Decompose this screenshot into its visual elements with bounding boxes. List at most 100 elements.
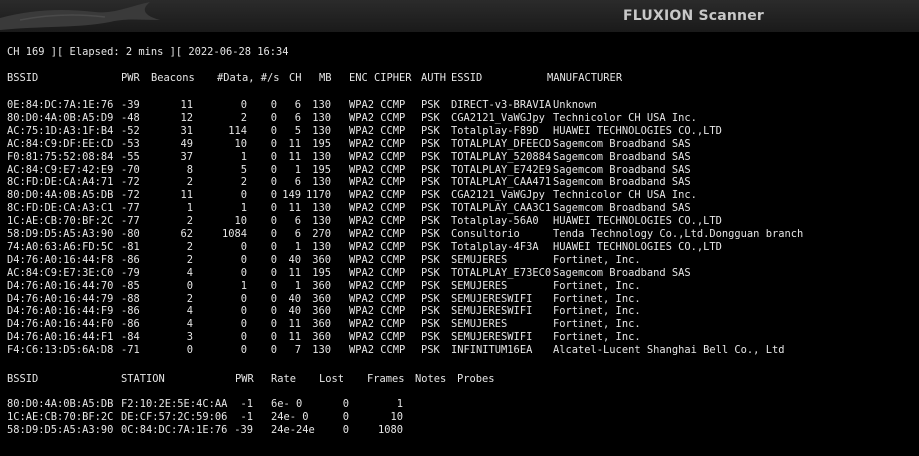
ap-row-cell: 0 [270, 202, 277, 215]
ap-row-cell: 0 [270, 344, 277, 357]
ap-row-cell: 11 [288, 202, 301, 215]
ap-row-cell: 58:D9:D5:A5:A3:90 [7, 228, 114, 240]
ap-row-cell: DIRECT-v3-BRAVIA [451, 99, 552, 111]
ap-row-cell: PSK [421, 279, 440, 292]
window-title: FLUXION Scanner [623, 8, 765, 24]
ap-row-cell: Totalplay-4F3A [451, 240, 539, 253]
ap-row-cell: WPA2 CCMP [349, 266, 406, 279]
station-row-cell: 0 [342, 398, 349, 410]
ap-row-cell: WPA2 CCMP [349, 202, 406, 215]
ap-row-cell: -84 [121, 331, 140, 344]
ap-row-cell: PSK [421, 228, 440, 240]
ap-row-cell: 11 [288, 331, 301, 344]
ap-row-cell: WPA2 CCMP [349, 279, 406, 292]
ap-row-cell: 0 [240, 331, 247, 344]
ap-row: D4:76:A0:16:44:F9 -86 4 0 0 40 360 WPA2 CCMP PSK… [0, 305, 919, 318]
ap-row-cell: 1 [240, 150, 247, 163]
ap-header-row-cell: #Data, #/s [217, 72, 280, 84]
ap-row-cell: Sagemcom Broadband SAS [553, 176, 691, 189]
ap-row-cell: Tenda Technology Co.,Ltd.Dongguan branch [553, 228, 804, 240]
station-row-cell: 1C:AE:CB:70:BF:2C [7, 410, 114, 423]
ap-row-cell: 0 [240, 305, 247, 318]
ap-row-cell: CGA2121_VaWGJpy [451, 111, 545, 124]
ap-row-cell: AC:84:C9:DF:EE:CD [7, 137, 114, 150]
ap-row-cell: -88 [121, 292, 140, 305]
ap-row-cell: HUAWEI TECHNOLOGIES CO.,LTD [553, 215, 722, 228]
ap-row-cell: 6 [294, 111, 301, 124]
ap-row-cell: 80:D0:4A:0B:A5:D9 [7, 111, 114, 124]
ap-row-cell: 0 [270, 253, 277, 266]
station-row-cell: 10 [390, 410, 403, 423]
ap-row: D4:76:A0:16:44:F8 -86 2 0 0 40 360 WPA2 CCMP PSK… [0, 254, 919, 267]
ap-row-cell: -77 [121, 202, 140, 215]
ap-row-cell: 360 [312, 305, 331, 318]
ap-row-cell: -80 [121, 228, 140, 240]
ap-row-cell: 130 [312, 124, 331, 137]
ap-row-cell: 0 [186, 344, 193, 357]
ap-row-cell: -55 [121, 150, 140, 163]
ap-row-cell: HUAWEI TECHNOLOGIES CO.,LTD [553, 240, 722, 253]
window-titlebar: FLUXION Scanner [0, 0, 919, 33]
ap-row-cell: INFINITUM16EA [451, 344, 533, 357]
station-header-row: BSSID STATION PWR Rate Lost Frames Notes Probes [0, 373, 919, 386]
ap-row-cell: WPA2 CCMP [349, 305, 406, 318]
ap-row-cell: 5 [294, 124, 301, 137]
ap-row: 0E:84:DC:7A:1E:76 -39 11 0 0 6 130 WPA2 CCMP PSK… [0, 99, 919, 112]
ap-row: D4:76:A0:16:44:F1 -84 3 0 0 11 360 WPA2 CCMP PSK… [0, 331, 919, 344]
ap-row-cell: 360 [312, 253, 331, 266]
ap-row-cell: -52 [121, 124, 140, 137]
station-header-row-cell: STATION [121, 373, 165, 385]
ap-row-cell: 80:D0:4A:0B:A5:DB [7, 189, 114, 202]
ap-row-cell: 40 [288, 292, 301, 305]
ap-row-cell: 3 [186, 331, 193, 344]
ap-row-cell: F4:C6:13:D5:6A:D8 [7, 344, 114, 357]
ap-row-cell: Alcatel-Lucent Shanghai Bell Co., Ltd [553, 344, 785, 357]
ap-row: 74:A0:63:A6:FD:5C -81 2 0 0 1 130 WPA2 CCMP PSK T… [0, 241, 919, 254]
ap-row-cell: 1 [240, 202, 247, 215]
ap-row-cell: Fortinet, Inc. [553, 279, 641, 292]
ap-row-cell: 0 [270, 305, 277, 318]
ap-row-cell: 360 [312, 331, 331, 344]
ap-row-cell: TOTALPLAY_DFEECD [451, 137, 552, 150]
ap-row-cell: 0 [270, 266, 277, 279]
ap-row-cell: 49 [180, 137, 193, 150]
ap-row-cell: 130 [312, 215, 331, 228]
ap-row-cell: Sagemcom Broadband SAS [553, 163, 691, 176]
ap-row-cell: 40 [288, 253, 301, 266]
ap-row: D4:76:A0:16:44:70 -85 0 1 0 1 360 WPA2 CCMP PSK S… [0, 280, 919, 293]
ap-row-cell: PSK [421, 215, 440, 228]
ap-row-cell: Fortinet, Inc. [553, 292, 641, 305]
ap-row-cell: PSK [421, 292, 440, 305]
ap-row-cell: PSK [421, 150, 440, 163]
ap-row-cell: SEMUJERES [451, 279, 508, 292]
station-row-cell: -1 [240, 410, 253, 423]
ap-row-cell: WPA2 CCMP [349, 215, 406, 228]
ap-row-cell: Sagemcom Broadband SAS [553, 137, 691, 150]
ap-row-cell: 0 [270, 99, 277, 111]
ap-row-cell: Fortinet, Inc. [553, 331, 641, 344]
ap-row-cell: -86 [121, 318, 140, 331]
ap-row-cell: Technicolor CH USA Inc. [553, 189, 697, 202]
ap-row-cell: 130 [312, 202, 331, 215]
ap-row-cell: -86 [121, 305, 140, 318]
ap-row-cell: 4 [186, 266, 193, 279]
ap-row-cell: 0 [240, 189, 247, 202]
ap-header-row-cell: PWR [121, 72, 140, 84]
terminal-output: CH 169 ][ Elapsed: 2 mins ][ 2022-06-28 … [0, 32, 919, 456]
ap-row-cell: 130 [312, 111, 331, 124]
ap-row-cell: 0 [270, 137, 277, 150]
ap-row-cell: 0 [270, 150, 277, 163]
ap-row-cell: 6 [294, 99, 301, 111]
ap-row-cell: 7 [294, 344, 301, 357]
ap-row-cell: Fortinet, Inc. [553, 253, 641, 266]
station-header-row-cell: Probes [457, 373, 495, 385]
ap-row-cell: Fortinet, Inc. [553, 305, 641, 318]
ap-row-cell: WPA2 CCMP [349, 189, 406, 202]
ap-row-cell: 130 [312, 176, 331, 189]
ap-row: AC:84:C9:E7:3E:C0 -79 4 0 0 11 195 WPA2 CCMP PSK… [0, 267, 919, 280]
ap-row-cell: 1 [294, 279, 301, 292]
ap-row-cell: D4:76:A0:16:44:70 [7, 279, 114, 292]
ap-row-cell: WPA2 CCMP [349, 111, 406, 124]
ap-row-cell: WPA2 CCMP [349, 176, 406, 189]
ap-row-cell: Technicolor CH USA Inc. [553, 111, 697, 124]
